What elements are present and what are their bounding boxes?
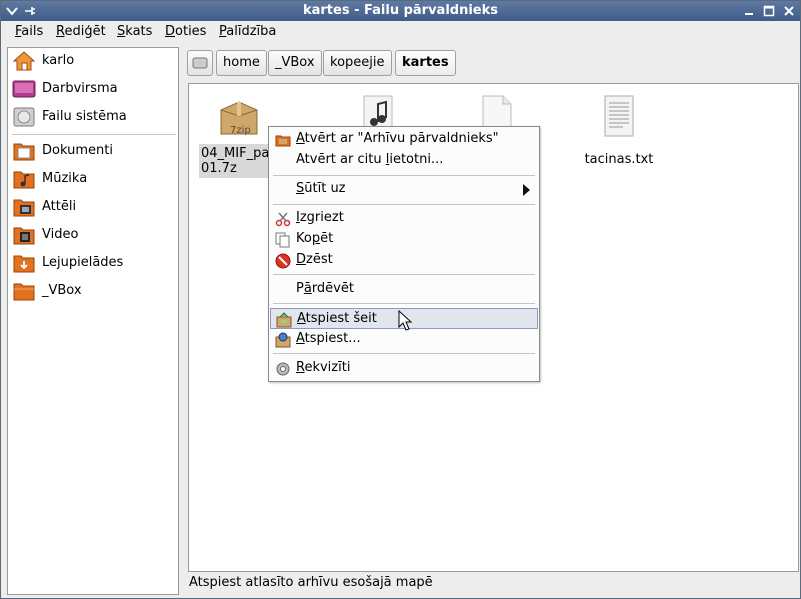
menu-item-cut[interactable]: Izgriezt <box>270 208 538 229</box>
sidebar-item-vbox[interactable]: _VBox <box>10 278 176 304</box>
folder-music-icon <box>12 168 36 190</box>
menu-separator <box>273 204 535 205</box>
menu-item-open-archive-manager[interactable]: Atvērt ar "Arhīvu pārvaldnieks" <box>270 129 538 150</box>
file-name-selected: 04_MIF_pa 01.7z <box>199 144 279 178</box>
status-bar: Atspiest atlasīto arhīvu esošajā mapē <box>189 575 433 590</box>
folder-icon <box>12 280 36 302</box>
home-icon <box>12 50 36 72</box>
context-menu: Atvērt ar "Arhīvu pārvaldnieks" Atvērt a… <box>268 126 540 382</box>
menu-item-send-to[interactable]: Sūtīt uz <box>270 179 538 200</box>
sidebar-item-home[interactable]: karlo <box>10 48 176 74</box>
menu-separator <box>273 175 535 176</box>
menu-item-rename[interactable]: Pārdēvēt <box>270 279 538 300</box>
sidebar-item-video[interactable]: Video <box>10 222 176 248</box>
window-title: kartes - Failu pārvaldnieks <box>302 3 499 18</box>
sidebar-item-pictures[interactable]: Attēli <box>10 194 176 220</box>
folder-downloads-icon <box>12 252 36 274</box>
close-icon[interactable] <box>782 4 796 18</box>
folder-video-icon <box>12 224 36 246</box>
menu-item-copy[interactable]: Kopēt <box>270 229 538 250</box>
sidebar-item-documents[interactable]: Dokumenti <box>10 138 176 164</box>
menu-palidziba[interactable]: Palīdzība <box>219 24 276 39</box>
sidebar-item-filesystem[interactable]: Failu sistēma <box>10 104 176 130</box>
menu-bar: Fails Rediģēt Skats Doties Palīdzība <box>1 21 800 44</box>
mouse-cursor-icon <box>398 309 413 336</box>
path-crumb-kartes[interactable]: kartes <box>395 50 456 76</box>
desktop-icon <box>12 78 36 100</box>
menu-item-open-with-other[interactable]: Atvērt ar citu lietotni... <box>270 150 538 171</box>
menu-rediget[interactable]: Rediģēt <box>56 24 106 39</box>
menu-separator <box>273 353 535 354</box>
menu-doties[interactable]: Doties <box>165 24 206 39</box>
text-file-icon <box>601 94 637 138</box>
maximize-icon[interactable] <box>762 4 776 18</box>
extract-here-icon <box>276 312 292 328</box>
path-root-button[interactable] <box>187 50 213 76</box>
menu-skats[interactable]: Skats <box>117 24 152 39</box>
archive-manager-icon <box>275 132 291 148</box>
path-crumb-vbox[interactable]: _VBox <box>268 50 322 76</box>
title-bar[interactable]: kartes - Failu pārvaldnieks <box>1 1 800 21</box>
menu-separator <box>273 274 535 275</box>
sidebar-item-desktop[interactable]: Darbvirsma <box>10 76 176 102</box>
properties-icon <box>275 361 291 377</box>
submenu-arrow-icon <box>523 184 530 196</box>
harddisk-icon <box>192 55 208 80</box>
path-crumb-home[interactable]: home <box>216 50 267 76</box>
harddisk-icon <box>12 106 36 128</box>
minimize-icon[interactable] <box>742 4 756 18</box>
folder-pictures-icon <box>12 196 36 218</box>
folder-documents-icon <box>12 140 36 162</box>
path-crumb-kopeejie[interactable]: kopeejie <box>323 50 392 76</box>
sidebar-item-music[interactable]: Mūzika <box>10 166 176 192</box>
copy-icon <box>275 232 291 248</box>
sidebar-separator <box>12 134 176 135</box>
menu-separator <box>273 303 535 304</box>
file-item-archive[interactable]: 7zip 04_MIF_pa 01.7z <box>199 98 279 178</box>
extract-icon <box>275 332 291 348</box>
file-item-text[interactable]: tacinas.txt <box>579 94 659 167</box>
menu-item-properties[interactable]: Rekvizīti <box>270 358 538 379</box>
file-name: tacinas.txt <box>584 152 654 167</box>
places-sidebar: karlo Darbvirsma Failu sistēma Dokumenti <box>7 47 179 595</box>
sidebar-item-downloads[interactable]: Lejupielādes <box>10 250 176 276</box>
menu-item-delete[interactable]: Dzēst <box>270 250 538 271</box>
scissors-icon <box>275 211 291 227</box>
menu-fails[interactable]: Fails <box>15 24 43 39</box>
file-badge: 7zip <box>230 125 251 136</box>
delete-icon <box>275 253 291 269</box>
